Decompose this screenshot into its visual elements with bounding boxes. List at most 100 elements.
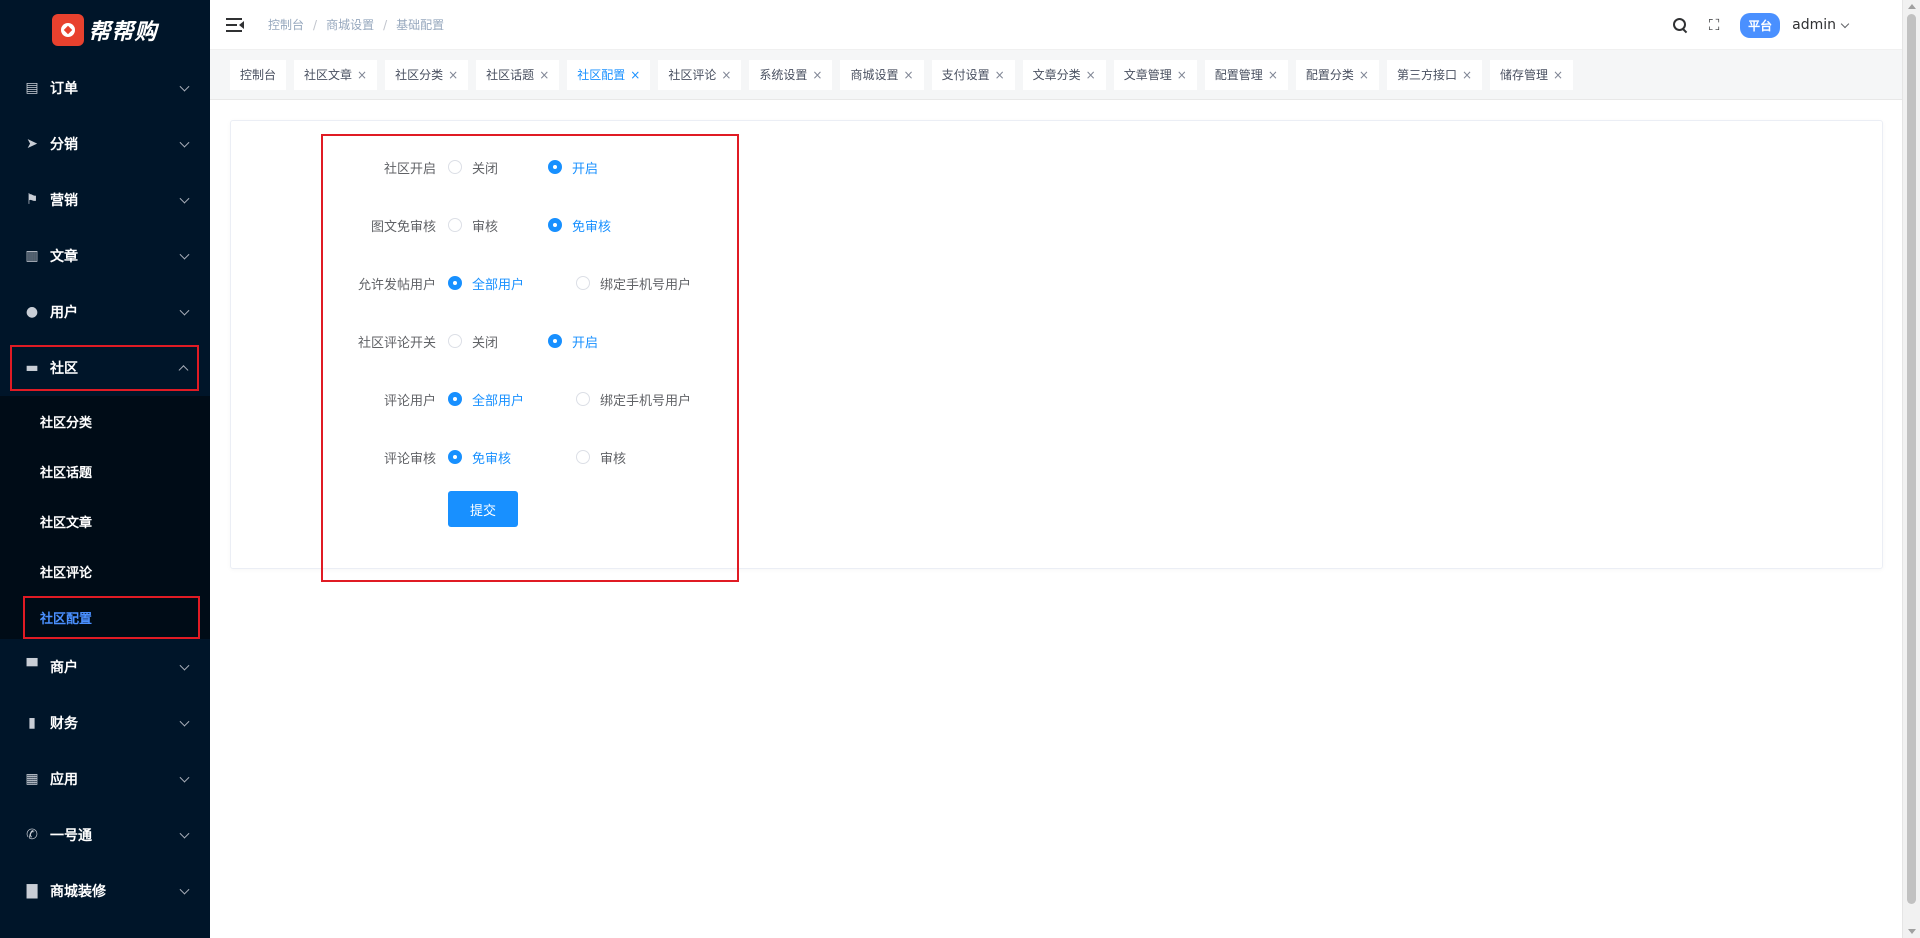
radio-option[interactable]: 绑定手机号用户 <box>576 274 691 293</box>
radio-circle-icon[interactable] <box>548 334 562 348</box>
logo-text: 帮帮购 <box>88 20 158 45</box>
radio-group: 全部用户 绑定手机号用户 <box>448 390 719 409</box>
close-icon[interactable]: × <box>721 68 731 82</box>
radio-option[interactable]: 免审核 <box>548 216 611 235</box>
sidebar-item-0[interactable]: ▤ 订单 <box>0 60 210 116</box>
submenu-item-0[interactable]: 社区分类 <box>0 396 210 446</box>
radio-circle-icon[interactable] <box>548 160 562 174</box>
radio-circle-icon[interactable] <box>576 276 590 290</box>
radio-circle-icon[interactable] <box>576 450 590 464</box>
tag-9[interactable]: 文章分类 × <box>1022 59 1106 90</box>
tag-3[interactable]: 社区话题 × <box>476 59 560 90</box>
close-icon[interactable]: × <box>1177 68 1187 82</box>
close-icon[interactable]: × <box>1553 68 1563 82</box>
sidebar-item-lower-0[interactable]: ▀ 商户 <box>0 639 210 695</box>
radio-option[interactable]: 绑定手机号用户 <box>576 390 691 409</box>
sidebar: 帮帮购 ▤ 订单 ➤ 分销 ⚑ 营销 ▥ 文章 ● 用户 ▬ 社区 社区分类 社区话题 社区文章 社区评论社… <box>0 0 210 938</box>
tag-label: 文章管理 <box>1123 68 1172 82</box>
close-icon[interactable]: × <box>812 68 822 82</box>
chevron-down-icon <box>179 193 190 204</box>
close-icon[interactable]: × <box>1268 68 1278 82</box>
close-icon[interactable]: × <box>904 68 914 82</box>
submenu-item-4[interactable]: 社区配置 <box>23 596 200 639</box>
sidebar-item-lower-4[interactable]: ▇ 商城装修 <box>0 863 210 919</box>
radio-option[interactable]: 审核 <box>576 448 626 467</box>
close-icon[interactable]: × <box>357 68 367 82</box>
close-icon[interactable]: × <box>995 68 1005 82</box>
submenu-item-1[interactable]: 社区话题 <box>0 446 210 496</box>
radio-group: 审核 免审核 <box>448 216 639 235</box>
radio-circle-icon[interactable] <box>576 392 590 406</box>
radio-option[interactable]: 全部用户 <box>448 390 548 409</box>
role-badge[interactable]: 平台 <box>1740 12 1781 38</box>
radio-circle-icon[interactable] <box>448 218 462 232</box>
user-name[interactable]: admin <box>1792 17 1836 33</box>
sidebar-item-2[interactable]: ⚑ 营销 <box>0 172 210 228</box>
header-actions: ⛶ 平台 admin <box>1672 0 1902 50</box>
tag-1[interactable]: 社区文章 × <box>294 59 378 90</box>
tag-14[interactable]: 储存管理 × <box>1490 59 1574 90</box>
close-icon[interactable]: × <box>630 68 640 82</box>
scroll-up-icon[interactable] <box>1908 4 1916 9</box>
collapse-menu-icon[interactable] <box>226 17 244 32</box>
radio-circle-icon[interactable] <box>548 218 562 232</box>
tag-5[interactable]: 社区评论 × <box>658 59 742 90</box>
radio-label: 开启 <box>572 335 599 351</box>
search-icon[interactable] <box>1672 17 1688 33</box>
tag-0[interactable]: 控制台 <box>230 59 287 90</box>
radio-option[interactable]: 关闭 <box>448 158 520 177</box>
close-icon[interactable]: × <box>539 68 549 82</box>
radio-label: 绑定手机号用户 <box>600 393 692 409</box>
sidebar-item-3[interactable]: ▥ 文章 <box>0 228 210 284</box>
tag-8[interactable]: 支付设置 × <box>931 59 1015 90</box>
tag-11[interactable]: 配置管理 × <box>1204 59 1288 90</box>
form-label: 允许发帖用户 <box>357 277 436 293</box>
sidebar-item-4[interactable]: ● 用户 <box>0 284 210 340</box>
radio-circle-icon[interactable] <box>448 392 462 406</box>
chevron-down-icon <box>179 81 190 92</box>
tag-7[interactable]: 商城设置 × <box>840 59 924 90</box>
radio-option[interactable]: 开启 <box>548 332 598 351</box>
close-icon[interactable]: × <box>1359 68 1369 82</box>
radio-option[interactable]: 免审核 <box>448 448 548 467</box>
radio-option[interactable]: 审核 <box>448 216 520 235</box>
sidebar-item-1[interactable]: ➤ 分销 <box>0 116 210 172</box>
close-icon[interactable]: × <box>448 68 458 82</box>
tag-6[interactable]: 系统设置 × <box>749 59 833 90</box>
sidebar-item-lower-1[interactable]: ▮ 财务 <box>0 695 210 751</box>
scroll-thumb[interactable] <box>1907 14 1916 904</box>
close-icon[interactable]: × <box>1462 68 1472 82</box>
page-scrollbar[interactable] <box>1902 0 1920 938</box>
sidebar-item-5[interactable]: ▬ 社区 <box>10 345 199 391</box>
tag-2[interactable]: 社区分类 × <box>385 59 469 90</box>
submit-button[interactable]: 提交 <box>448 491 518 527</box>
submenu-item-3[interactable]: 社区评论 <box>0 546 210 596</box>
chevron-down-icon[interactable] <box>1840 19 1850 28</box>
radio-label: 免审核 <box>572 219 612 235</box>
tag-10[interactable]: 文章管理 × <box>1113 59 1197 90</box>
radio-option[interactable]: 关闭 <box>448 332 520 351</box>
sidebar-item-lower-3[interactable]: ✆ 一号通 <box>0 807 210 863</box>
tag-12[interactable]: 配置分类 × <box>1295 59 1379 90</box>
logo[interactable]: 帮帮购 <box>0 0 210 60</box>
fullscreen-icon[interactable]: ⛶ <box>1706 17 1722 33</box>
breadcrumb-item[interactable]: 控制台 <box>268 16 304 33</box>
radio-option[interactable]: 开启 <box>548 158 598 177</box>
close-icon[interactable]: × <box>1086 68 1096 82</box>
sidebar-item-lower-5[interactable]: ●容服管理 <box>0 919 210 938</box>
radio-circle-icon[interactable] <box>448 334 462 348</box>
phone-icon: ✆ <box>26 827 38 843</box>
radio-label: 全部用户 <box>472 393 525 409</box>
radio-circle-icon[interactable] <box>448 276 462 290</box>
tag-13[interactable]: 第三方接口 × <box>1386 59 1483 90</box>
scroll-down-icon[interactable] <box>1908 929 1916 934</box>
submenu-item-2[interactable]: 社区文章 <box>0 496 210 546</box>
radio-label: 开启 <box>572 161 599 177</box>
breadcrumb-item[interactable]: 商城设置 <box>326 16 374 33</box>
radio-circle-icon[interactable] <box>448 160 462 174</box>
radio-option[interactable]: 全部用户 <box>448 274 548 293</box>
sidebar-item-lower-2[interactable]: ▦ 应用 <box>0 751 210 807</box>
tag-label: 社区评论 <box>668 68 717 82</box>
radio-circle-icon[interactable] <box>448 450 462 464</box>
tag-4[interactable]: 社区配置 × <box>567 59 651 90</box>
